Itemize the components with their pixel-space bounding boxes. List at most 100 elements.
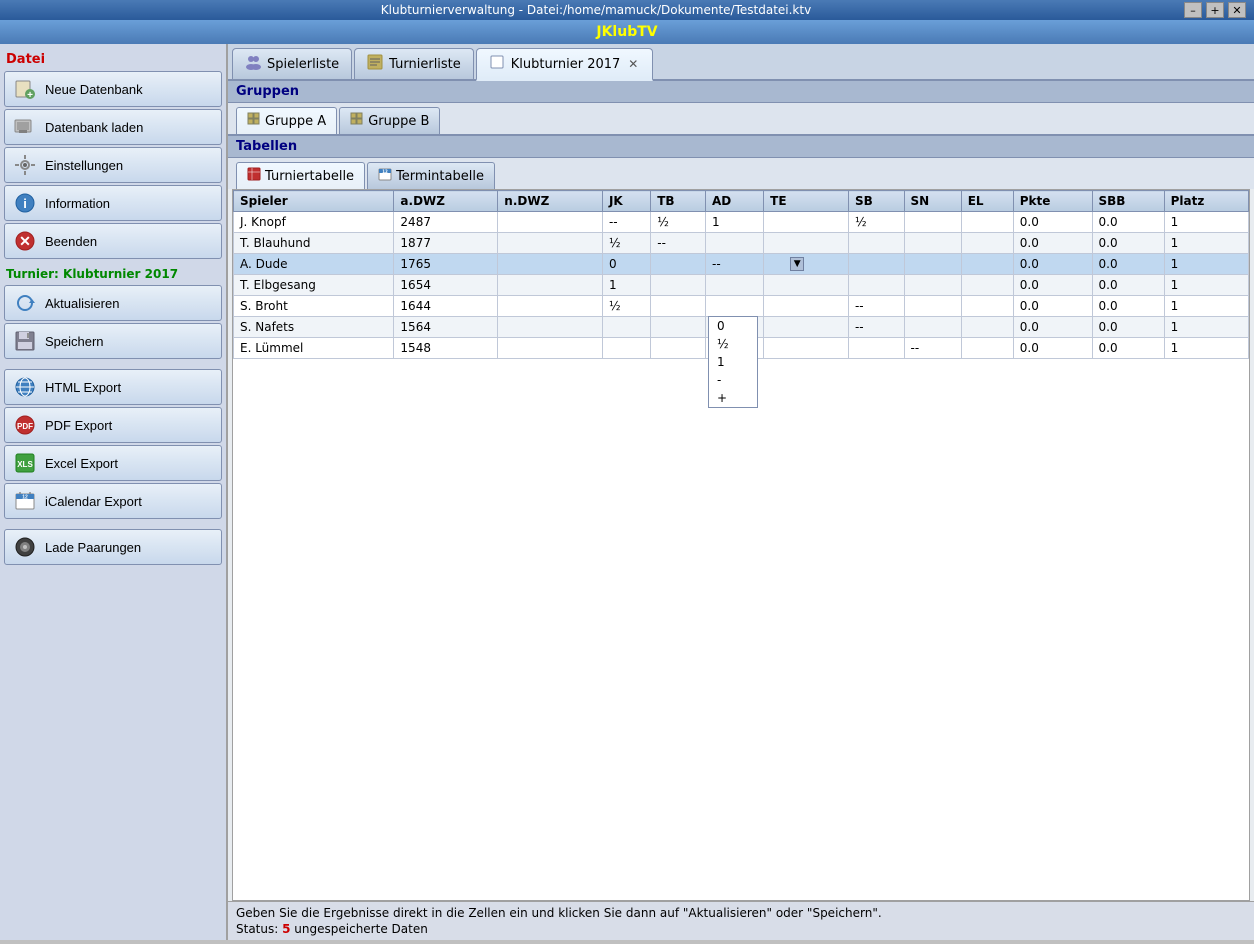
table-cell[interactable]: [651, 317, 706, 338]
table-cell[interactable]: [651, 254, 706, 275]
app-name: JKlubTV: [596, 24, 657, 40]
icalendar-export-button[interactable]: 12 iCalendar Export: [4, 483, 222, 519]
sidebar-section-datei: Datei: [4, 48, 222, 69]
dropdown-option[interactable]: -: [709, 371, 757, 389]
table-cell[interactable]: [904, 296, 961, 317]
table-cell[interactable]: [904, 233, 961, 254]
unsaved-label: ungespeicherte Daten: [294, 922, 428, 936]
table-cell[interactable]: [904, 212, 961, 233]
pdf-export-button[interactable]: PDF PDF Export: [4, 407, 222, 443]
table-cell[interactable]: 1: [705, 212, 763, 233]
table-cell[interactable]: [764, 317, 849, 338]
table-cell[interactable]: 1: [602, 275, 650, 296]
te-dropdown-arrow[interactable]: ▼: [790, 257, 804, 271]
table-cell[interactable]: [602, 317, 650, 338]
table-cell[interactable]: ▼: [764, 254, 849, 275]
html-export-button[interactable]: HTML Export: [4, 369, 222, 405]
einstellungen-button[interactable]: Einstellungen: [4, 147, 222, 183]
excel-export-button[interactable]: XLS Excel Export: [4, 445, 222, 481]
table-cell[interactable]: [848, 338, 904, 359]
lade-paarungen-button[interactable]: Lade Paarungen: [4, 529, 222, 565]
table-cell[interactable]: [764, 212, 849, 233]
klubturnier-tab-close[interactable]: ✕: [626, 57, 640, 71]
table-cell[interactable]: [848, 275, 904, 296]
table-cell[interactable]: ½: [602, 296, 650, 317]
window-controls[interactable]: – + ✕: [1184, 2, 1246, 18]
table-cell[interactable]: [961, 212, 1013, 233]
table-cell[interactable]: --: [602, 212, 650, 233]
col-adwz: a.DWZ: [394, 191, 498, 212]
table-cell[interactable]: [848, 254, 904, 275]
col-pkte: Pkte: [1013, 191, 1092, 212]
table-cell[interactable]: --: [848, 317, 904, 338]
table-cell[interactable]: [961, 233, 1013, 254]
table-cell[interactable]: --: [904, 338, 961, 359]
datenbank-laden-button[interactable]: Datenbank laden: [4, 109, 222, 145]
table-cell[interactable]: [651, 296, 706, 317]
neue-datenbank-button[interactable]: + Neue Datenbank: [4, 71, 222, 107]
table-cell[interactable]: [961, 338, 1013, 359]
maximize-button[interactable]: +: [1206, 2, 1224, 18]
table-cell[interactable]: [961, 317, 1013, 338]
table-cell[interactable]: [764, 275, 849, 296]
spielerliste-tab-icon: [245, 54, 261, 74]
aktualisieren-button[interactable]: Aktualisieren: [4, 285, 222, 321]
termintabelle-tab[interactable]: 12 Termintabelle: [367, 162, 495, 189]
minimize-button[interactable]: –: [1184, 2, 1202, 18]
html-export-icon: [13, 375, 37, 399]
table-cell[interactable]: --: [651, 233, 706, 254]
dropdown-option[interactable]: 0: [709, 317, 757, 335]
table-cell[interactable]: [961, 254, 1013, 275]
table-cell[interactable]: [651, 275, 706, 296]
tab-spielerliste[interactable]: Spielerliste: [232, 48, 352, 79]
speichern-button[interactable]: Speichern: [4, 323, 222, 359]
table-cell[interactable]: [705, 296, 763, 317]
table-cell: [498, 254, 603, 275]
tab-klubturnier-2017[interactable]: Klubturnier 2017 ✕: [476, 48, 654, 81]
beenden-button[interactable]: ✕ Beenden: [4, 223, 222, 259]
table-cell[interactable]: 0: [602, 254, 650, 275]
col-ndwz: n.DWZ: [498, 191, 603, 212]
information-button[interactable]: i Information: [4, 185, 222, 221]
table-cell[interactable]: ½: [651, 212, 706, 233]
tab-turnierliste[interactable]: Turnierliste: [354, 48, 474, 79]
table-cell: E. Lümmel: [234, 338, 394, 359]
close-button[interactable]: ✕: [1228, 2, 1246, 18]
einstellungen-icon: [13, 153, 37, 177]
table-cell[interactable]: [705, 233, 763, 254]
klubturnier-tab-label: Klubturnier 2017: [511, 57, 621, 72]
table-cell[interactable]: [764, 296, 849, 317]
lade-paarungen-icon: [13, 535, 37, 559]
table-cell: J. Knopf: [234, 212, 394, 233]
speichern-icon: [13, 329, 37, 353]
table-cell[interactable]: [651, 338, 706, 359]
table-cell[interactable]: [764, 338, 849, 359]
table-cell[interactable]: [961, 275, 1013, 296]
gruppe-a-tab[interactable]: Gruppe A: [236, 107, 337, 134]
dropdown-option[interactable]: ½: [709, 335, 757, 353]
table-cell[interactable]: [848, 233, 904, 254]
content-area: Gruppen Gruppe A: [228, 81, 1254, 940]
information-icon: i: [13, 191, 37, 215]
table-cell[interactable]: [961, 296, 1013, 317]
table-cell[interactable]: [602, 338, 650, 359]
table-cell[interactable]: ½: [602, 233, 650, 254]
turniertabelle-tab[interactable]: Turniertabelle: [236, 162, 365, 189]
dropdown-option[interactable]: +: [709, 389, 757, 407]
table-cell[interactable]: [764, 233, 849, 254]
col-sb: SB: [848, 191, 904, 212]
icalendar-export-label: iCalendar Export: [45, 494, 142, 509]
gruppe-b-tab[interactable]: Gruppe B: [339, 107, 440, 134]
datenbank-laden-icon: [13, 115, 37, 139]
table-cell[interactable]: [904, 317, 961, 338]
table-cell: 1564: [394, 317, 498, 338]
table-cell[interactable]: ½: [848, 212, 904, 233]
einstellungen-label: Einstellungen: [45, 158, 123, 173]
dropdown-option[interactable]: 1: [709, 353, 757, 371]
table-cell[interactable]: [904, 275, 961, 296]
table-cell[interactable]: [705, 275, 763, 296]
table-cell[interactable]: --: [848, 296, 904, 317]
table-cell: T. Elbgesang: [234, 275, 394, 296]
table-cell[interactable]: --: [705, 254, 763, 275]
table-cell[interactable]: [904, 254, 961, 275]
